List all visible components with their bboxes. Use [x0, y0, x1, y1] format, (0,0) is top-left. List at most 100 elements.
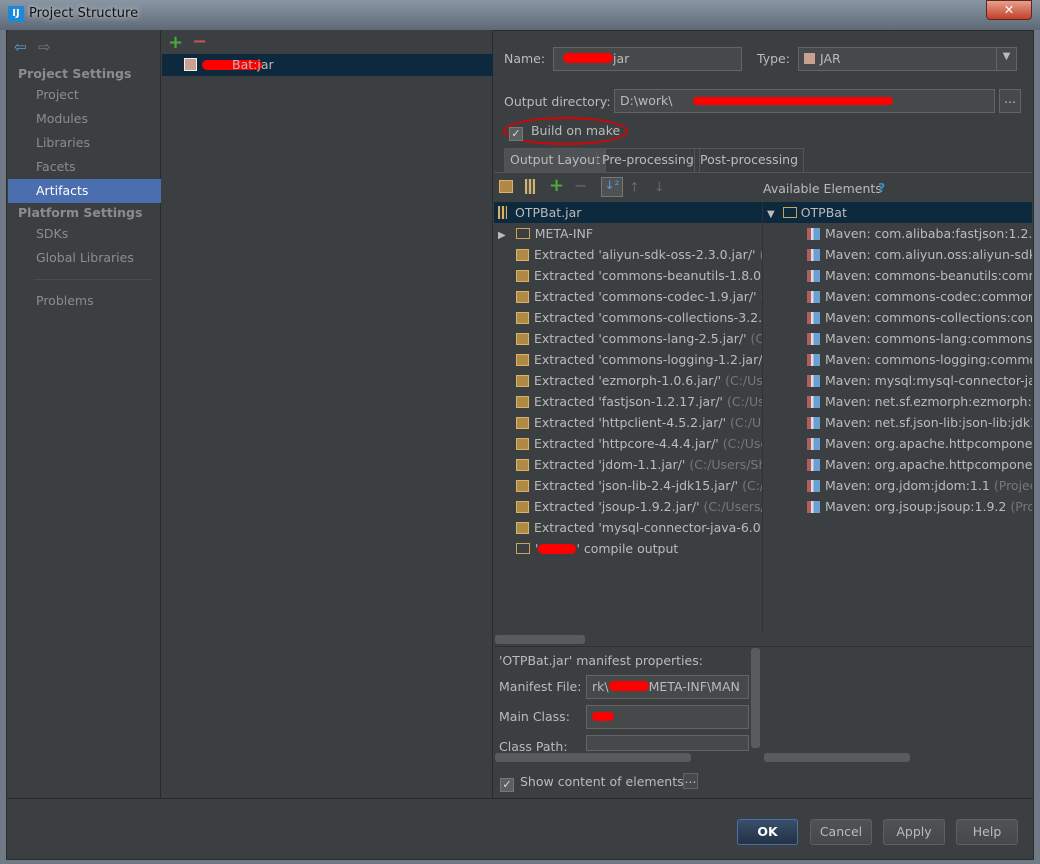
chevron-down-icon: ▼: [996, 48, 1016, 70]
redaction: [538, 544, 577, 554]
sidebar-item-artifacts[interactable]: Artifacts: [8, 179, 161, 203]
sidebar-item-sdks[interactable]: SDKs: [8, 222, 161, 246]
close-window-button[interactable]: ✕: [986, 0, 1032, 20]
sidebar-item-global-libraries[interactable]: Global Libraries: [8, 246, 161, 270]
tree-item[interactable]: Extracted 'commons-lang-2.5.jar/' (C:/U: [494, 328, 762, 349]
tree-item[interactable]: Maven: commons-lang:commons-la: [763, 328, 1032, 349]
extracted-jar-icon: [516, 522, 529, 534]
create-archive-icon[interactable]: [525, 179, 535, 194]
tree-item[interactable]: Extracted 'commons-codec-1.9.jar/' (C:/: [494, 286, 762, 307]
sidebar-item-problems[interactable]: Problems: [8, 289, 161, 313]
name-input[interactable]: jar: [553, 47, 742, 71]
remove-artifact-icon[interactable]: −: [192, 31, 207, 52]
forward-arrow-icon[interactable]: ⇨: [38, 38, 51, 56]
apply-button[interactable]: Apply: [883, 819, 945, 845]
horizontal-scrollbar[interactable]: [764, 753, 910, 762]
help-icon[interactable]: ?: [878, 180, 885, 195]
tree-item[interactable]: Extracted 'commons-collections-3.2.1.jar: [494, 307, 762, 328]
tree-item[interactable]: Extracted 'ezmorph-1.0.6.jar/' (C:/Users: [494, 370, 762, 391]
back-arrow-icon[interactable]: ⇦: [14, 38, 27, 56]
horizontal-scrollbar[interactable]: [495, 753, 691, 762]
build-on-make-checkbox[interactable]: ✓ Build on make: [509, 123, 620, 141]
show-content-options-button[interactable]: ...: [683, 773, 698, 789]
manifest-file-input[interactable]: rk\ META-INF\MAN: [586, 675, 749, 699]
add-artifact-icon[interactable]: +: [168, 32, 183, 53]
tree-module-otpbat[interactable]: ▼ OTPBat: [763, 202, 1032, 223]
main-class-input[interactable]: [586, 705, 749, 729]
checkbox-checked-icon: ✓: [509, 127, 523, 141]
tree-item-path: (Project l: [993, 478, 1032, 493]
artifacts-panel: + − Bat:jar: [162, 30, 493, 798]
class-path-input[interactable]: [586, 735, 749, 751]
tree-item[interactable]: Extracted 'mysql-connector-java-6.0.3.ja…: [494, 517, 762, 538]
tree-item[interactable]: Maven: commons-logging:common: [763, 349, 1032, 370]
help-button[interactable]: Help: [956, 819, 1018, 845]
tree-root-jar[interactable]: OTPBat.jar: [494, 202, 762, 223]
expand-arrow-icon[interactable]: ▶: [498, 230, 506, 241]
tree-item-compile-output[interactable]: ' ' compile output: [494, 538, 762, 559]
tree-item[interactable]: Maven: mysql:mysql-connector-java: [763, 370, 1032, 391]
extracted-jar-icon: [516, 501, 529, 513]
tree-item[interactable]: Extracted 'json-lib-2.4-jdk15.jar/' (C:/…: [494, 475, 762, 496]
tree-item[interactable]: Maven: commons-collections:comm: [763, 307, 1032, 328]
tree-item[interactable]: Extracted 'jdom-1.1.jar/' (C:/Users/Shac: [494, 454, 762, 475]
tree-item-label: Extracted 'ezmorph-1.0.6.jar/': [534, 373, 722, 388]
tree-item-meta-inf[interactable]: ▶ META-INF: [494, 223, 762, 244]
tree-item-path: (Projec: [1010, 499, 1032, 514]
sort-icon[interactable]: ↓²: [601, 177, 623, 197]
show-content-checkbox[interactable]: ✓ Show content of elements: [500, 774, 684, 792]
available-elements-label: Available Elements: [763, 181, 882, 196]
intellij-app-icon: IJ: [8, 6, 24, 22]
tree-item[interactable]: Maven: org.jsoup:jsoup:1.9.2 (Projec: [763, 496, 1032, 517]
tab-post-processing[interactable]: Post-processing: [694, 148, 805, 172]
sidebar-item-facets[interactable]: Facets: [8, 155, 161, 179]
tree-item[interactable]: Extracted 'httpclient-4.5.2.jar/' (C:/Us…: [494, 412, 762, 433]
tree-item[interactable]: Maven: com.aliyun.oss:aliyun-sdk-oss: [763, 244, 1032, 265]
ok-button[interactable]: OK: [737, 819, 798, 845]
tree-item[interactable]: Extracted 'httpcore-4.4.4.jar/' (C:/User…: [494, 433, 762, 454]
tree-item[interactable]: Maven: commons-codec:commons-: [763, 286, 1032, 307]
browse-button[interactable]: ...: [999, 89, 1021, 113]
maven-library-icon: [807, 249, 820, 261]
move-down-icon[interactable]: 🡓: [656, 178, 663, 199]
tree-item[interactable]: Maven: org.apache.httpcomponents: [763, 433, 1032, 454]
tree-item-label: Extracted 'jsoup-1.9.2.jar/': [534, 499, 700, 514]
create-directory-icon[interactable]: [499, 180, 513, 193]
tree-item[interactable]: Maven: com.alibaba:fastjson:1.2.17: [763, 223, 1032, 244]
tab-pre-processing[interactable]: Pre-processing: [596, 148, 700, 172]
tree-item[interactable]: Maven: net.sf.json-lib:json-lib:jdk15:: [763, 412, 1032, 433]
vertical-scrollbar[interactable]: [751, 648, 760, 748]
divider: [494, 646, 1032, 647]
name-label: Name:: [504, 51, 546, 66]
tree-item[interactable]: Extracted 'aliyun-sdk-oss-2.3.0.jar/' (C…: [494, 244, 762, 265]
tree-item[interactable]: Maven: org.jdom:jdom:1.1 (Project l: [763, 475, 1032, 496]
collapse-arrow-icon[interactable]: ▼: [767, 209, 775, 220]
tree-item-path: (C:/Users: [726, 394, 762, 409]
tree-item-label: Maven: commons-logging:common: [825, 352, 1032, 367]
maven-library-icon: [807, 291, 820, 303]
class-path-label: Class Path:: [499, 739, 568, 754]
horizontal-scrollbar[interactable]: [495, 635, 585, 644]
sidebar-item-project[interactable]: Project: [8, 83, 161, 107]
sidebar-item-modules[interactable]: Modules: [8, 107, 161, 131]
artifact-list-item[interactable]: Bat:jar: [162, 54, 493, 76]
remove-element-icon[interactable]: −: [574, 176, 587, 195]
checkbox-checked-icon: ✓: [500, 778, 514, 792]
move-up-icon[interactable]: 🡑: [631, 178, 638, 199]
maven-library-icon: [807, 480, 820, 492]
tree-item[interactable]: Maven: net.sf.ezmorph:ezmorph:1.0: [763, 391, 1032, 412]
cancel-button[interactable]: Cancel: [810, 819, 872, 845]
output-directory-input[interactable]: D:\work\: [614, 89, 995, 113]
add-element-icon[interactable]: +: [549, 175, 564, 196]
tree-item[interactable]: Extracted 'commons-logging-1.2.jar/' (C: [494, 349, 762, 370]
divider: [34, 279, 152, 280]
sidebar-item-libraries[interactable]: Libraries: [8, 131, 161, 155]
tab-output-layout[interactable]: Output Layout: [504, 148, 606, 172]
module-output-icon: [516, 543, 530, 554]
tree-item[interactable]: Maven: commons-beanutils:commons: [763, 265, 1032, 286]
tree-item[interactable]: Extracted 'commons-beanutils-1.8.0.jar/: [494, 265, 762, 286]
tree-item[interactable]: Maven: org.apache.httpcomponents: [763, 454, 1032, 475]
tree-item[interactable]: Extracted 'fastjson-1.2.17.jar/' (C:/Use…: [494, 391, 762, 412]
tree-item[interactable]: Extracted 'jsoup-1.9.2.jar/' (C:/Users/S…: [494, 496, 762, 517]
type-dropdown[interactable]: JAR ▼: [798, 47, 1017, 71]
